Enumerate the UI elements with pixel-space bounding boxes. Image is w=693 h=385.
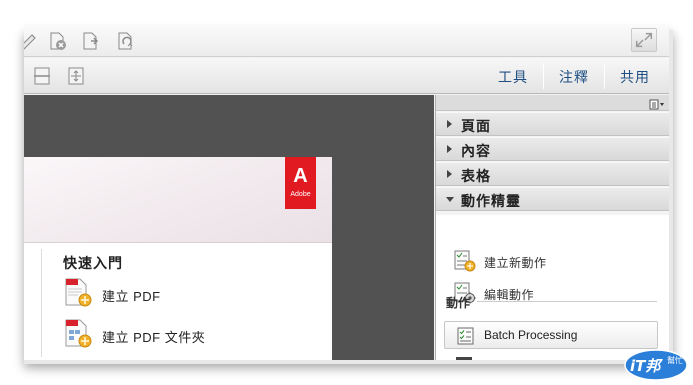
welcome-card: A Adobe 快速入門 建立 PDF 建立 PDF 文件夾 xyxy=(24,157,332,360)
expand-button[interactable] xyxy=(631,28,657,52)
collapse-arrow-icon xyxy=(446,197,454,202)
edit-action-item[interactable]: 編輯動作 xyxy=(454,281,654,307)
watermark-brand: iT邦 xyxy=(630,357,663,375)
tab-share[interactable]: 共用 xyxy=(620,67,650,87)
section-forms[interactable]: 表格 xyxy=(436,162,669,186)
tab-comment[interactable]: 注釋 xyxy=(559,67,589,87)
actions-divider xyxy=(477,301,657,302)
actions-heading: 動作 xyxy=(446,296,471,310)
section-pages[interactable]: 頁面 xyxy=(436,112,669,136)
create-pdf-label: 建立 PDF xyxy=(102,289,161,304)
watermark-sub: 幫忙 xyxy=(667,355,683,365)
ithome-watermark: iT邦 幫忙 xyxy=(623,348,689,382)
document-area: A Adobe 快速入門 建立 PDF 建立 PDF 文件夾 xyxy=(24,95,434,360)
delete-page-icon[interactable] xyxy=(48,31,68,51)
expand-arrow-icon xyxy=(447,120,452,128)
fit-page-icon[interactable] xyxy=(66,66,86,86)
tab-separator xyxy=(543,63,544,89)
tools-panel: 頁面 內容 表格 動作精靈 建立新動作 編輯動作 動作 Batch Proces… xyxy=(435,95,669,360)
pencil-icon[interactable] xyxy=(24,31,38,51)
batch-processing-label: Batch Processing xyxy=(484,328,578,342)
section-content[interactable]: 內容 xyxy=(436,137,669,161)
welcome-header: A Adobe xyxy=(24,157,332,243)
section-pages-title: 頁面 xyxy=(461,118,491,134)
new-action-item[interactable]: 建立新動作 xyxy=(454,249,654,275)
new-action-icon xyxy=(454,249,476,273)
fit-width-icon[interactable] xyxy=(32,66,52,86)
adobe-logo: A Adobe xyxy=(285,157,316,209)
extract-page-icon[interactable] xyxy=(81,31,101,51)
create-portfolio-item[interactable]: 建立 PDF 文件夾 xyxy=(64,319,324,351)
adobe-logo-word: Adobe xyxy=(290,191,311,198)
expand-arrow-icon xyxy=(447,170,452,178)
create-pdf-icon xyxy=(64,278,92,308)
view-toolbar: 工具 注釋 共用 xyxy=(24,58,669,94)
section-action-wizard[interactable]: 動作精靈 xyxy=(436,187,669,211)
create-portfolio-icon xyxy=(64,319,92,349)
section-action-wizard-title: 動作精靈 xyxy=(461,193,521,209)
create-pdf-item[interactable]: 建立 PDF xyxy=(64,278,324,310)
adobe-logo-glyph: A xyxy=(293,165,308,187)
divider xyxy=(41,249,42,357)
checklist-icon xyxy=(457,327,475,345)
screenshot-stage: 工具 注釋 共用 A Adobe 快速入門 建立 PDF 建立 PDF 文件夾 … xyxy=(0,0,693,385)
quick-start-title: 快速入門 xyxy=(63,255,123,271)
tab-tools[interactable]: 工具 xyxy=(498,67,528,87)
section-content-title: 內容 xyxy=(461,143,491,159)
create-portfolio-label: 建立 PDF 文件夾 xyxy=(102,330,206,345)
acrobat-window: 工具 注釋 共用 A Adobe 快速入門 建立 PDF 建立 PDF 文件夾 … xyxy=(24,24,669,360)
new-action-label: 建立新動作 xyxy=(484,256,547,270)
panel-header-bar xyxy=(436,95,669,111)
tab-separator xyxy=(604,63,605,89)
next-action-stub xyxy=(456,357,472,360)
expand-arrow-icon xyxy=(447,145,452,153)
replace-page-icon[interactable] xyxy=(116,31,136,51)
batch-processing-button[interactable]: Batch Processing xyxy=(444,321,658,349)
expand-arrows-icon xyxy=(635,32,653,48)
panel-options-icon[interactable] xyxy=(649,97,665,110)
top-toolbar xyxy=(24,24,669,57)
section-forms-title: 表格 xyxy=(461,168,491,184)
